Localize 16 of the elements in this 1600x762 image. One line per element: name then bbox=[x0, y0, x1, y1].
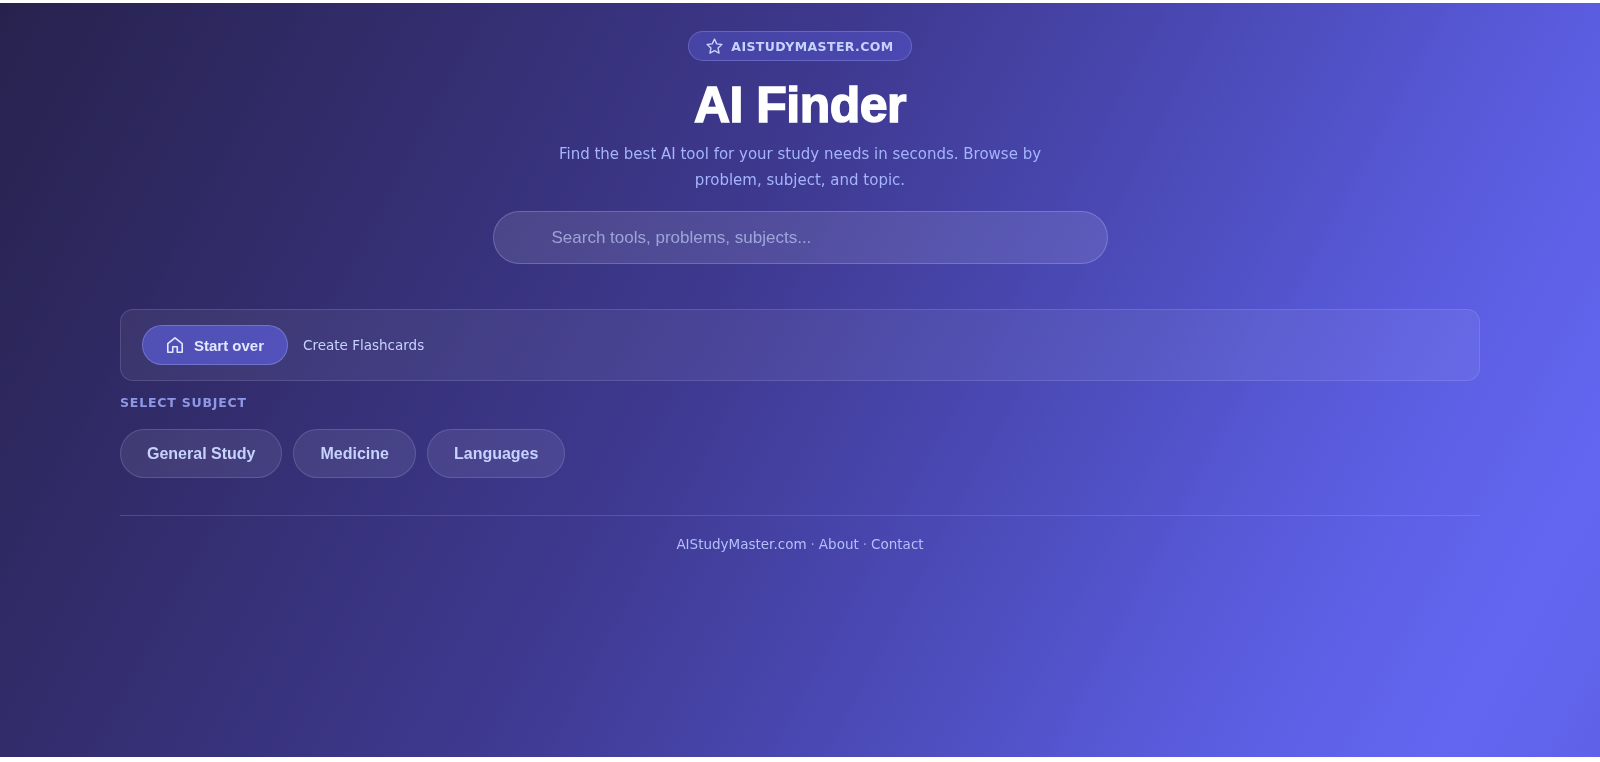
section-heading: SELECT SUBJECT bbox=[120, 395, 247, 411]
subject-chip[interactable]: Languages bbox=[426, 429, 566, 478]
subtitle-text: Find the best AI tool for your study needs in seconds. Browse by problem, subject, and topic. bbox=[557, 144, 1043, 191]
start-over-button[interactable]: Start over bbox=[142, 325, 289, 365]
footer-link[interactable]: Contact bbox=[871, 536, 924, 552]
breadcrumb-link[interactable]: Create Flashcards bbox=[303, 337, 425, 353]
footer-link[interactable]: AIStudyMaster.com bbox=[676, 536, 807, 552]
subject-chip[interactable]: Medicine bbox=[293, 429, 416, 478]
star-icon bbox=[706, 37, 724, 55]
page-title: AI Finder bbox=[693, 77, 907, 133]
site-badge[interactable]: AISTUDYMASTER.COM bbox=[688, 31, 912, 61]
footer-link[interactable]: About bbox=[818, 536, 859, 552]
subject-chip[interactable]: General Study bbox=[120, 429, 283, 478]
separator-dot: · bbox=[810, 536, 815, 552]
separator-dot: · bbox=[862, 536, 868, 552]
home-icon bbox=[166, 336, 184, 354]
